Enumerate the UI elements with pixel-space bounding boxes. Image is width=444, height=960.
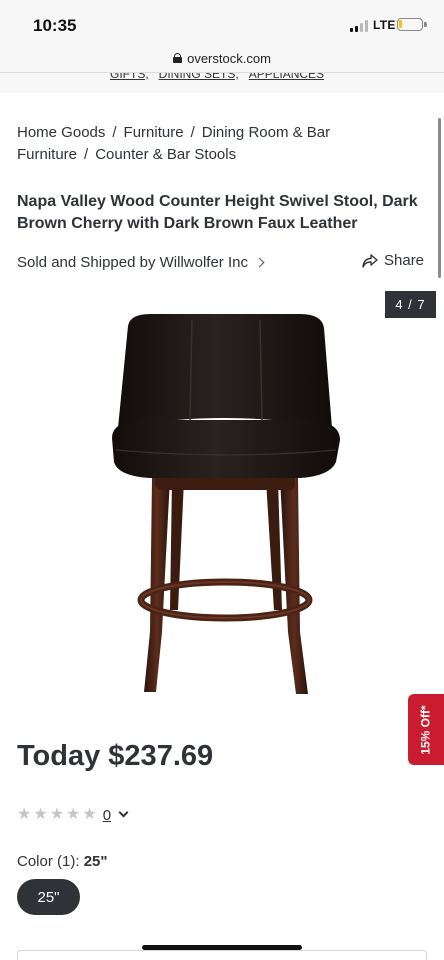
share-label: Share [384,252,425,269]
category-nav: GIFTS, DINING SETS, APPLIANCES [0,72,444,93]
status-time: 10:35 [33,16,77,35]
product-title: Napa Valley Wood Counter Height Swivel S… [17,193,418,232]
nav-link-appliances[interactable]: APPLIANCES [249,73,324,81]
size-option-25[interactable]: 25" [17,879,80,915]
color-label-text: Color (1): [17,853,80,870]
chevron-right-icon [254,257,265,268]
lock-icon [173,53,183,63]
star-icon: ★ [33,806,48,823]
breadcrumb: Home Goods / Furniture / Dining Room & Bar F… [17,122,417,166]
product-price: Today $237.69 [17,740,214,772]
seller-name[interactable]: Willwolfer Inc [160,254,248,271]
seller-prefix: Sold and Shipped by [17,254,156,271]
promo-label: 15% Off* [419,704,434,755]
nav-link-gifts[interactable]: GIFTS, [110,73,149,81]
promo-tab[interactable]: 15% Off* [408,694,444,765]
nav-link-dining-sets[interactable]: DINING SETS, [159,73,239,81]
star-icon: ★ [49,806,65,823]
color-label: Color (1): 25" [17,853,107,870]
url-text: overstock.com [187,50,271,66]
review-count[interactable]: 0 [103,807,111,824]
rating-stars: ★ ★ ★ ★ ★ [17,806,97,824]
next-section-box [17,950,427,960]
star-icon: ★ [82,806,97,823]
chevron-down-icon[interactable] [118,807,129,818]
star-icon: ★ [66,806,81,823]
breadcrumb-home-goods[interactable]: Home Goods [17,124,105,141]
battery-level [399,20,402,28]
breadcrumb-furniture[interactable]: Furniture [124,124,184,141]
star-icon: ★ [17,806,32,823]
breadcrumb-counter-stools[interactable]: Counter & Bar Stools [95,146,236,163]
share-icon [362,253,378,268]
seller-info[interactable]: Sold and Shipped by Willwolfer Inc [17,254,265,271]
rating-summary[interactable]: ★ ★ ★ ★ ★ 0 [17,806,129,824]
breadcrumb-separator: / [190,124,195,141]
stool-backrest [118,314,332,428]
stool-leg [170,480,184,610]
page-scrollbar[interactable] [438,118,441,278]
stool-leg [266,480,282,610]
signal-icon [350,20,368,32]
network-type: LTE [373,18,396,32]
breadcrumb-separator: / [112,124,117,141]
breadcrumb-separator: / [84,146,89,163]
status-bar: 10:35 LTE [0,0,444,44]
battery-icon [397,18,427,31]
image-counter: 4 / 7 [385,291,436,318]
color-value: 25" [83,853,108,870]
address-bar[interactable]: overstock.com [0,44,444,72]
stool-seat [112,420,340,478]
share-button[interactable]: Share [362,252,424,269]
home-indicator[interactable] [142,945,302,950]
product-image[interactable] [100,310,350,700]
